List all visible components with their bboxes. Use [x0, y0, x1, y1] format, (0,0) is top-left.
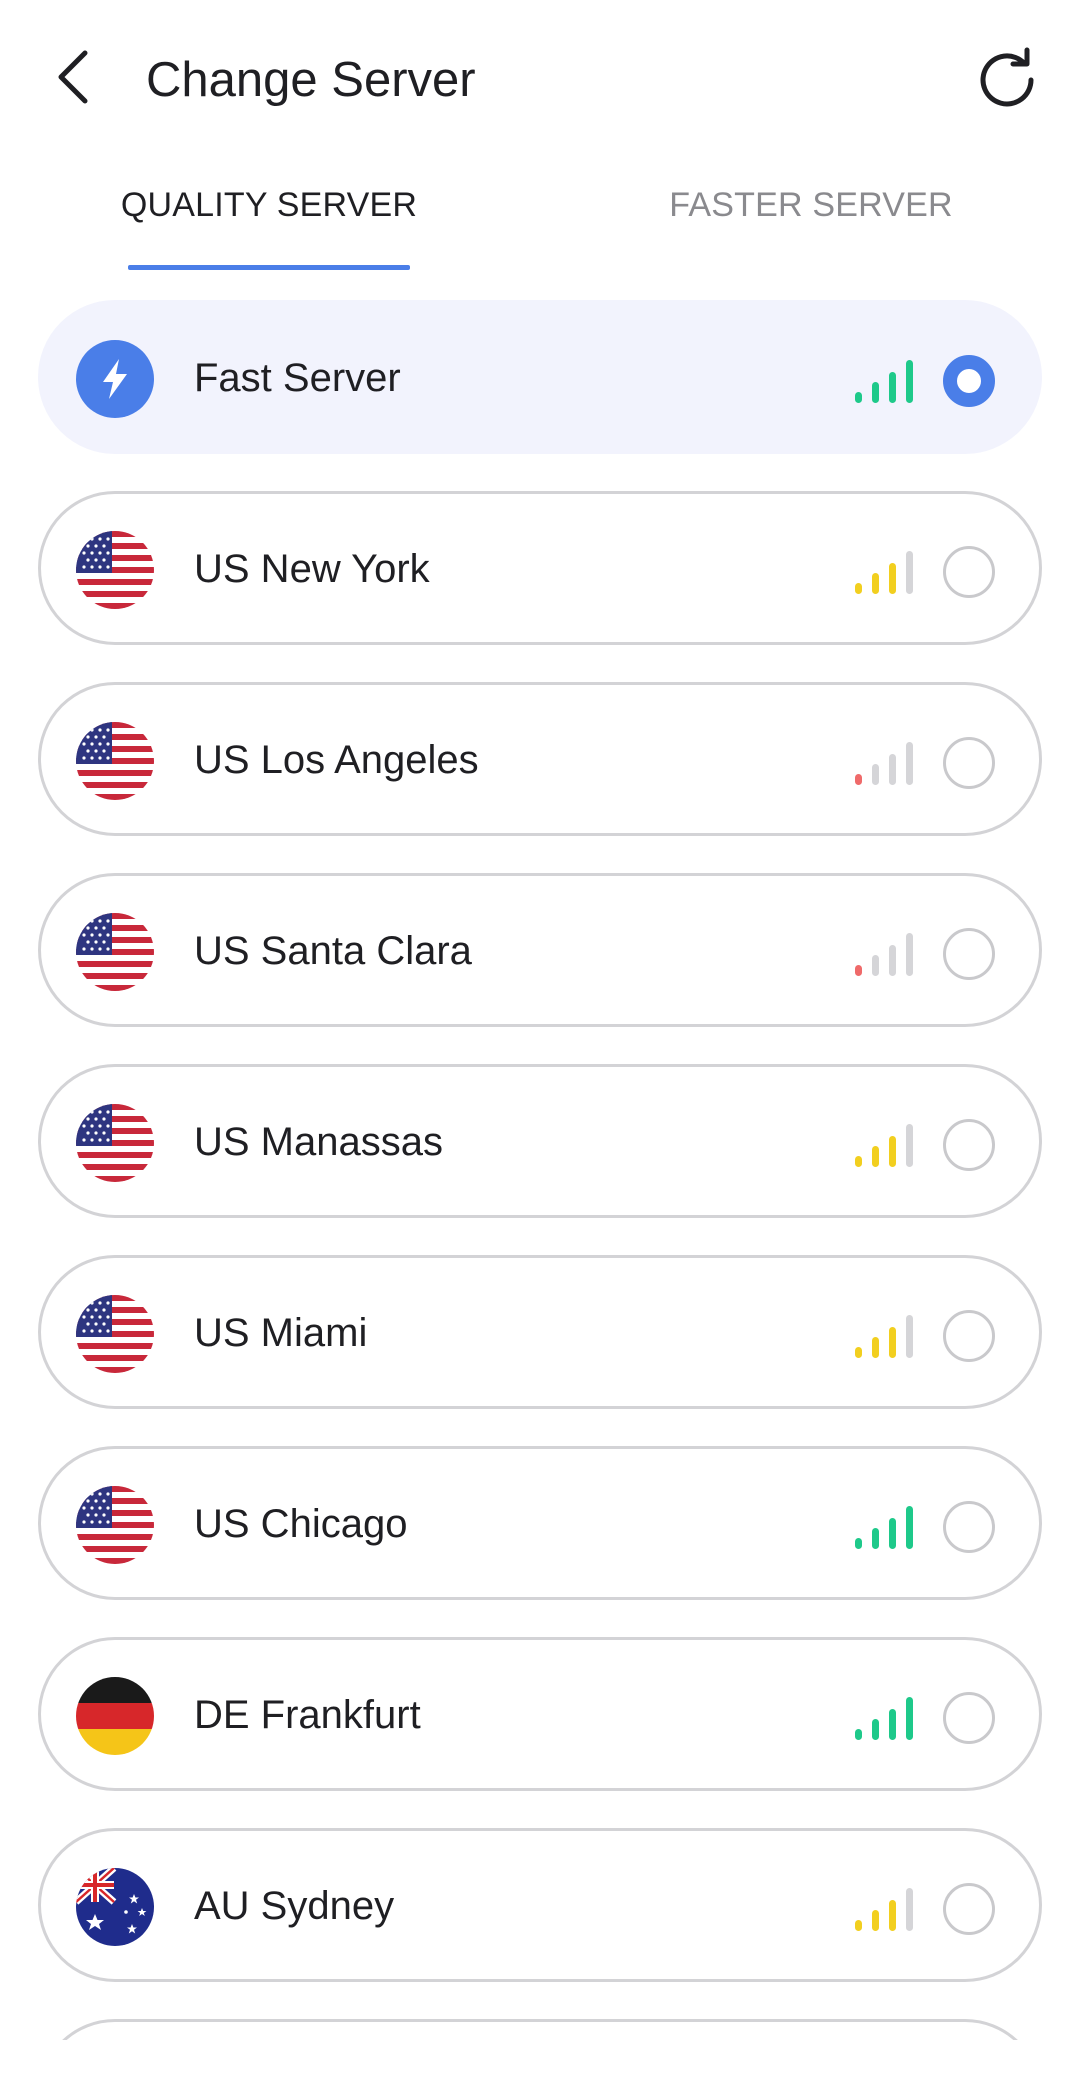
signal-bar: [872, 573, 879, 594]
signal-bar: [889, 945, 896, 976]
radio-button[interactable]: [943, 928, 995, 980]
page-title: Change Server: [146, 53, 476, 107]
signal-bar: [889, 1900, 896, 1931]
signal-bar: [889, 372, 896, 403]
signal-bar: [906, 1888, 913, 1931]
refresh-icon: [977, 47, 1037, 112]
signal-bar: [855, 1729, 862, 1740]
signal-bar: [855, 1538, 862, 1549]
signal-bar: [906, 1124, 913, 1167]
radio-button-checked[interactable]: [943, 355, 995, 407]
us-flag-icon: [76, 913, 154, 991]
server-list-item[interactable]: DE Frankfurt: [38, 1637, 1042, 1791]
server-name: US Miami: [194, 1311, 368, 1355]
signal-bar: [889, 563, 896, 594]
server-list-item[interactable]: US New York: [38, 491, 1042, 645]
tab-label: FASTER SERVER: [669, 186, 953, 224]
signal-strength-icon: [855, 358, 915, 403]
signal-strength-icon: [855, 1886, 915, 1931]
us-flag-icon: [76, 1104, 154, 1182]
change-server-screen: Change Server QUALITY SERVER FASTER SERV…: [0, 0, 1080, 2083]
signal-strength-icon: [855, 931, 915, 976]
signal-strength-icon: [855, 1122, 915, 1167]
au-flag-icon: [76, 1868, 154, 1946]
us-flag-icon: [76, 1486, 154, 1564]
chevron-left-icon: [53, 47, 93, 112]
signal-bar: [872, 382, 879, 403]
radio-button[interactable]: [943, 1692, 995, 1744]
signal-bar: [906, 551, 913, 594]
server-name: US New York: [194, 547, 430, 591]
server-tabs: QUALITY SERVER FASTER SERVER: [0, 170, 1080, 270]
tab-label: QUALITY SERVER: [120, 186, 418, 224]
server-name: US Chicago: [194, 1502, 408, 1546]
server-list[interactable]: Fast Server US New York US Los Angeles U…: [38, 300, 1042, 2040]
signal-bar: [872, 1910, 879, 1931]
app-bar: Change Server: [0, 0, 1080, 160]
signal-bar: [855, 392, 862, 403]
lightning-bolt-icon: [76, 340, 154, 418]
signal-bar: [889, 1136, 896, 1167]
server-list-item[interactable]: US Los Angeles: [38, 682, 1042, 836]
signal-bar: [906, 1315, 913, 1358]
signal-bar: [889, 1518, 896, 1549]
signal-strength-icon: [855, 549, 915, 594]
signal-bar: [855, 774, 862, 785]
signal-bar: [855, 1920, 862, 1931]
signal-bar: [906, 933, 913, 976]
signal-bar: [855, 965, 862, 976]
radio-button[interactable]: [943, 1119, 995, 1171]
signal-bar: [906, 1506, 913, 1549]
signal-bar: [906, 1697, 913, 1740]
server-name: US Santa Clara: [194, 929, 472, 973]
signal-bar: [872, 764, 879, 785]
signal-bar: [889, 1709, 896, 1740]
server-name: DE Frankfurt: [194, 1693, 421, 1737]
server-list-item[interactable]: US Miami: [38, 1255, 1042, 1409]
signal-bar: [855, 1347, 862, 1358]
signal-bar: [906, 360, 913, 403]
signal-strength-icon: [855, 740, 915, 785]
active-tab-indicator: [128, 265, 410, 270]
tab-quality-server[interactable]: QUALITY SERVER: [121, 180, 417, 270]
server-list-item[interactable]: US Santa Clara: [38, 873, 1042, 1027]
signal-bar: [889, 1327, 896, 1358]
signal-bar: [872, 1337, 879, 1358]
signal-bar: [872, 955, 879, 976]
radio-button[interactable]: [943, 546, 995, 598]
signal-strength-icon: [855, 1313, 915, 1358]
signal-bar: [872, 1528, 879, 1549]
server-list-item[interactable]: AU Sydney: [38, 1828, 1042, 1982]
radio-button[interactable]: [943, 1310, 995, 1362]
server-name: Fast Server: [194, 356, 401, 400]
server-name: US Los Angeles: [194, 738, 479, 782]
refresh-button[interactable]: [972, 44, 1042, 114]
signal-bar: [855, 1156, 862, 1167]
radio-button[interactable]: [943, 1883, 995, 1935]
radio-button[interactable]: [943, 737, 995, 789]
server-name: AU Sydney: [194, 1884, 395, 1928]
us-flag-icon: [76, 531, 154, 609]
signal-bar: [906, 742, 913, 785]
server-name: US Manassas: [194, 1120, 443, 1164]
server-list-item[interactable]: US Manassas: [38, 1064, 1042, 1218]
radio-button[interactable]: [943, 1501, 995, 1553]
server-list-item[interactable]: Fast Server: [38, 300, 1042, 454]
us-flag-icon: [76, 1295, 154, 1373]
tab-faster-server[interactable]: FASTER SERVER: [669, 180, 952, 270]
signal-strength-icon: [855, 1695, 915, 1740]
signal-bar: [889, 754, 896, 785]
signal-bar: [872, 1719, 879, 1740]
de-flag-icon: [76, 1677, 154, 1755]
signal-strength-icon: [855, 1504, 915, 1549]
signal-bar: [855, 583, 862, 594]
us-flag-icon: [76, 722, 154, 800]
back-button[interactable]: [42, 42, 104, 116]
server-list-item[interactable]: [38, 2019, 1042, 2040]
server-list-item[interactable]: US Chicago: [38, 1446, 1042, 1600]
signal-bar: [872, 1146, 879, 1167]
